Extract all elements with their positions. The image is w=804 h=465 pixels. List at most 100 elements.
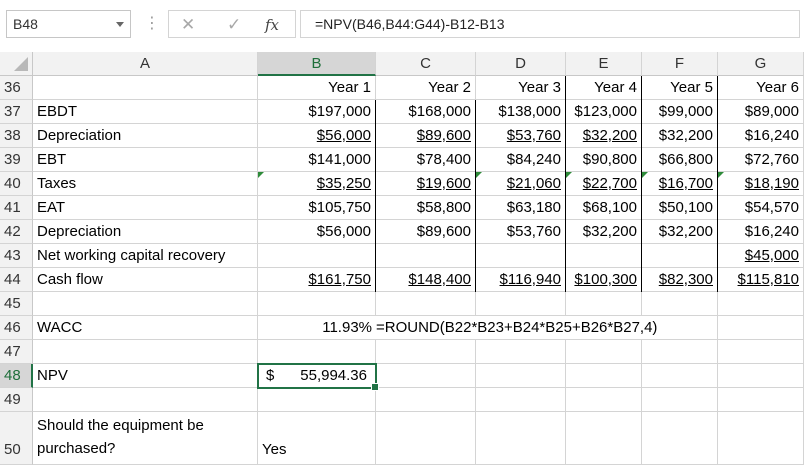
cell-e43[interactable] [566, 244, 642, 268]
row-header-48[interactable]: 48 [0, 364, 33, 388]
cell-b37[interactable]: $197,000 [258, 100, 376, 124]
cell-e49[interactable] [566, 388, 642, 412]
cell-f43[interactable] [642, 244, 718, 268]
cell-b46[interactable]: 11.93% [258, 316, 376, 340]
cell-a40[interactable]: Taxes [33, 172, 258, 196]
row-header-45[interactable]: 45 [0, 292, 33, 316]
cell-f47[interactable] [642, 340, 718, 364]
cell-g50[interactable] [718, 412, 804, 465]
cell-c40[interactable]: $19,600 [376, 172, 476, 196]
cell-a44[interactable]: Cash flow [33, 268, 258, 292]
cell-a43[interactable]: Net working capital recovery [33, 244, 258, 268]
cell-f36[interactable]: Year 5 [642, 76, 718, 100]
cell-g46[interactable] [718, 316, 804, 340]
cell-a47[interactable] [33, 340, 258, 364]
column-header-e[interactable]: E [566, 52, 642, 76]
cell-g41[interactable]: $54,570 [718, 196, 804, 220]
row-header-42[interactable]: 42 [0, 220, 33, 244]
cell-f50[interactable] [642, 412, 718, 465]
cell-f45[interactable] [642, 292, 718, 316]
cell-c49[interactable] [376, 388, 476, 412]
chevron-down-icon[interactable] [116, 22, 124, 27]
insert-function-icon[interactable]: fx [265, 14, 279, 36]
column-header-d[interactable]: D [476, 52, 566, 76]
row-header-43[interactable]: 43 [0, 244, 33, 268]
row-header-39[interactable]: 39 [0, 148, 33, 172]
cell-a42[interactable]: Depreciation [33, 220, 258, 244]
cell-d40[interactable]: $21,060 [476, 172, 566, 196]
cell-a48[interactable]: NPV [33, 364, 258, 388]
cell-a49[interactable] [33, 388, 258, 412]
row-header-37[interactable]: 37 [0, 100, 33, 124]
cell-e39[interactable]: $90,800 [566, 148, 642, 172]
cell-b40[interactable]: $35,250 [258, 172, 376, 196]
enter-icon[interactable]: ✓ [227, 14, 241, 36]
row-header-50[interactable]: 50 [0, 412, 33, 465]
cell-a41[interactable]: EAT [33, 196, 258, 220]
cell-e41[interactable]: $68,100 [566, 196, 642, 220]
column-header-f[interactable]: F [642, 52, 718, 76]
select-all-corner[interactable] [0, 52, 33, 76]
row-header-46[interactable]: 46 [0, 316, 33, 340]
cell-a38[interactable]: Depreciation [33, 124, 258, 148]
column-header-c[interactable]: C [376, 52, 476, 76]
cell-g37[interactable]: $89,000 [718, 100, 804, 124]
cell-e44[interactable]: $100,300 [566, 268, 642, 292]
cell-f39[interactable]: $66,800 [642, 148, 718, 172]
cell-g40[interactable]: $18,190 [718, 172, 804, 196]
cell-d47[interactable] [476, 340, 566, 364]
cell-a46[interactable]: WACC [33, 316, 258, 340]
cell-f42[interactable]: $32,200 [642, 220, 718, 244]
cell-d49[interactable] [476, 388, 566, 412]
cell-f38[interactable]: $32,200 [642, 124, 718, 148]
cell-c36[interactable]: Year 2 [376, 76, 476, 100]
cell-e42[interactable]: $32,200 [566, 220, 642, 244]
cell-f37[interactable]: $99,000 [642, 100, 718, 124]
cell-g44[interactable]: $115,810 [718, 268, 804, 292]
cell-e38[interactable]: $32,200 [566, 124, 642, 148]
cell-a36[interactable] [33, 76, 258, 100]
cell-c39[interactable]: $78,400 [376, 148, 476, 172]
cell-b39[interactable]: $141,000 [258, 148, 376, 172]
cell-c48[interactable] [376, 364, 476, 388]
cell-a39[interactable]: EBT [33, 148, 258, 172]
cell-c46[interactable]: =ROUND(B22*B23+B24*B25+B26*B27,4) [376, 316, 718, 340]
cell-g39[interactable]: $72,760 [718, 148, 804, 172]
cell-e37[interactable]: $123,000 [566, 100, 642, 124]
cell-b44[interactable]: $161,750 [258, 268, 376, 292]
cell-d45[interactable] [476, 292, 566, 316]
cell-c43[interactable] [376, 244, 476, 268]
cell-b50[interactable]: Yes [258, 412, 376, 465]
row-header-38[interactable]: 38 [0, 124, 33, 148]
formula-input[interactable]: =NPV(B46,B44:G44)-B12-B13 [300, 10, 800, 38]
cell-a45[interactable] [33, 292, 258, 316]
cell-b42[interactable]: $56,000 [258, 220, 376, 244]
cell-f49[interactable] [642, 388, 718, 412]
cell-b43[interactable] [258, 244, 376, 268]
cell-e40[interactable]: $22,700 [566, 172, 642, 196]
cell-b36[interactable]: Year 1 [258, 76, 376, 100]
name-box[interactable]: B48 [6, 10, 131, 38]
row-header-49[interactable]: 49 [0, 388, 33, 412]
cancel-icon[interactable]: ✕ [181, 14, 195, 36]
cell-g47[interactable] [718, 340, 804, 364]
cell-b45[interactable] [258, 292, 376, 316]
row-header-36[interactable]: 36 [0, 76, 33, 100]
cell-d50[interactable] [476, 412, 566, 465]
cell-d48[interactable] [476, 364, 566, 388]
cell-c45[interactable] [376, 292, 476, 316]
cell-d43[interactable] [476, 244, 566, 268]
cell-g45[interactable] [718, 292, 804, 316]
cell-b49[interactable] [258, 388, 376, 412]
cell-g43[interactable]: $45,000 [718, 244, 804, 268]
cell-e48[interactable] [566, 364, 642, 388]
cell-e45[interactable] [566, 292, 642, 316]
cell-c37[interactable]: $168,000 [376, 100, 476, 124]
cell-f48[interactable] [642, 364, 718, 388]
cell-d39[interactable]: $84,240 [476, 148, 566, 172]
cell-d36[interactable]: Year 3 [476, 76, 566, 100]
cell-d41[interactable]: $63,180 [476, 196, 566, 220]
cell-c44[interactable]: $148,400 [376, 268, 476, 292]
cell-f40[interactable]: $16,700 [642, 172, 718, 196]
cell-d44[interactable]: $116,940 [476, 268, 566, 292]
